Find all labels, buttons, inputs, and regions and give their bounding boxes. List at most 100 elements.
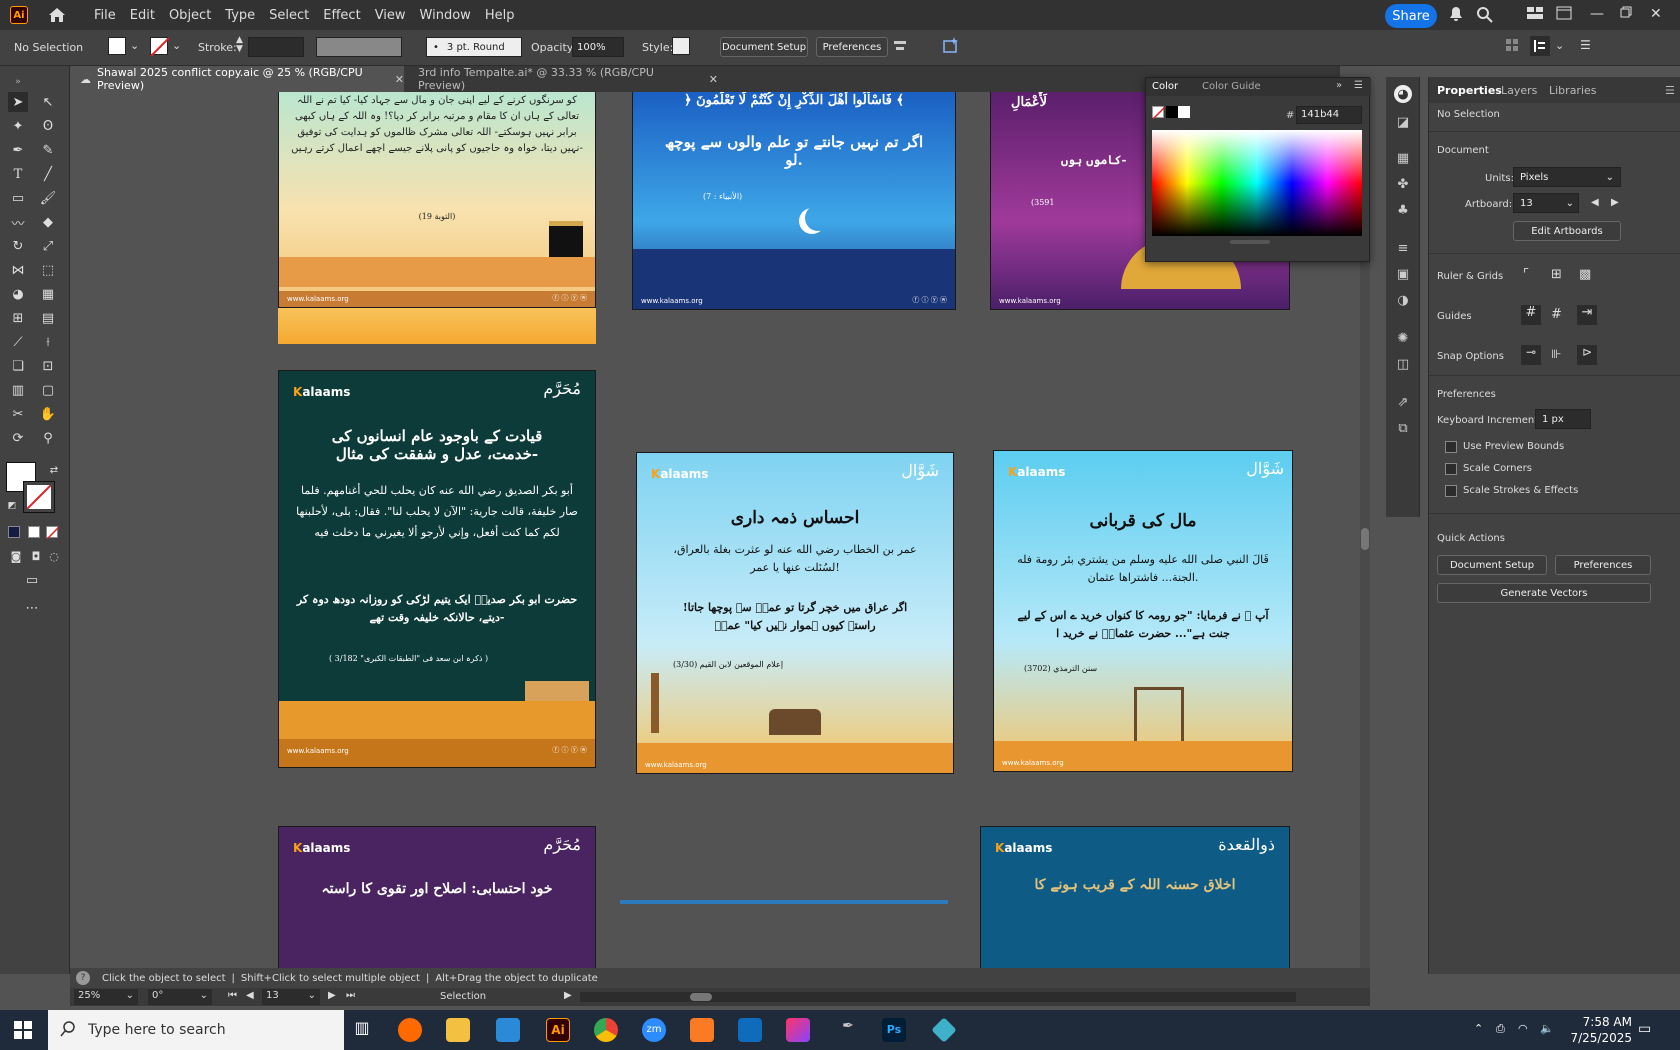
symbol-sprayer-tool-icon[interactable]: ⊡	[38, 356, 58, 376]
tab-color-guide[interactable]: Color Guide	[1202, 81, 1261, 92]
free-transform-tool-icon[interactable]: ⬚	[38, 260, 58, 280]
artboard-shawwal-umar[interactable]: Kalaams شَوَّال احساس ذمہ داری عمر بن ال…	[636, 452, 954, 774]
draw-normal-icon[interactable]: ◙	[6, 546, 26, 566]
wifi-icon[interactable]: ◠	[1518, 1022, 1528, 1035]
hex-input[interactable]: 141b44	[1296, 106, 1362, 124]
tab-color[interactable]: Color	[1152, 81, 1178, 92]
use-preview-bounds-checkbox[interactable]	[1445, 441, 1457, 453]
chevron-down-icon[interactable]: ⌄	[130, 39, 139, 52]
black-swatch[interactable]	[1166, 106, 1178, 118]
notification-icon[interactable]: ▭	[1638, 1021, 1651, 1037]
first-artboard-icon[interactable]: ⏮	[228, 990, 237, 1001]
mesh-tool-icon[interactable]: ⊞	[8, 308, 28, 328]
firefox-icon[interactable]	[398, 1018, 422, 1042]
color-mode-icon[interactable]	[8, 526, 20, 538]
rotate-view-tool-icon[interactable]: ⟳	[8, 428, 28, 448]
creative-cloud-icon[interactable]	[786, 1018, 810, 1042]
gradient-icon[interactable]: ▣	[1394, 265, 1412, 283]
preferences-button[interactable]: Preferences	[816, 37, 888, 57]
scale-strokes-checkbox[interactable]	[1445, 485, 1457, 497]
scale-tool-icon[interactable]: ⤢	[38, 236, 58, 256]
scrollbar-thumb[interactable]	[1361, 528, 1369, 550]
color-panel-icon[interactable]: ◕	[1394, 85, 1412, 103]
quick-preferences-button[interactable]: Preferences	[1555, 555, 1651, 575]
chrome-icon[interactable]	[594, 1018, 618, 1042]
color-spectrum[interactable]	[1152, 130, 1362, 236]
edit-artboards-button[interactable]: Edit Artboards	[1513, 221, 1621, 241]
draw-behind-icon[interactable]: ◘	[26, 546, 46, 566]
graphic-style-swatch[interactable]	[672, 37, 690, 55]
generate-vectors-button[interactable]: Generate Vectors	[1437, 583, 1651, 603]
artboard-nav-select[interactable]: 13 ⌄	[262, 989, 320, 1005]
artboard-dhulqadah[interactable]: Kalaams ذوالقعدة اخلاق حسنہ اللہ کے قریب…	[980, 826, 1290, 968]
panel-menu-icon[interactable]: ☰	[1580, 38, 1591, 52]
next-artboard-icon[interactable]: ▶	[328, 990, 336, 1001]
artboard-select[interactable]: 13 ⌄	[1513, 193, 1579, 213]
tab-shawal[interactable]: ☁ Shawal 2025 conflict copy.aic @ 25 % (…	[70, 66, 404, 92]
collapse-toolbar-icon[interactable]: »	[8, 72, 28, 92]
export-icon[interactable]: ⇗	[1394, 393, 1412, 411]
menu-object[interactable]: Object	[169, 8, 211, 23]
gradient-mode-icon[interactable]	[28, 526, 40, 538]
menu-help[interactable]: Help	[485, 8, 515, 23]
magic-wand-tool-icon[interactable]: ✦	[8, 116, 28, 136]
close-tab-icon[interactable]: ✕	[395, 73, 404, 86]
pen-tool-icon[interactable]: ✒	[8, 140, 28, 160]
windows-start-icon[interactable]	[14, 1021, 32, 1039]
chevron-up-icon[interactable]: ⌃	[1474, 1022, 1483, 1035]
fill-swatch[interactable]	[108, 37, 126, 55]
horizontal-scrollbar[interactable]	[580, 992, 1296, 1002]
task-view-icon[interactable]: ▥	[350, 1018, 374, 1042]
show-guides-icon[interactable]: #	[1521, 305, 1541, 325]
align-icon[interactable]	[892, 38, 910, 56]
rotate-select[interactable]: 0° ⌄	[148, 989, 212, 1005]
variable-width-profile[interactable]	[316, 37, 402, 57]
tab-3rd-info[interactable]: 3rd info Tempalte.ai* @ 33.33 % (RGB/CPU…	[408, 66, 718, 92]
white-swatch[interactable]	[1178, 106, 1190, 118]
menu-select[interactable]: Select	[269, 8, 309, 23]
blend-tool-icon[interactable]: ❏	[8, 356, 28, 376]
paragraph-icon[interactable]	[1530, 36, 1550, 56]
more-tools-icon[interactable]: ⋯	[22, 598, 42, 618]
scrollbar-thumb[interactable]	[690, 993, 712, 1001]
width-tool-icon[interactable]: ⋈	[8, 260, 28, 280]
menu-file[interactable]: File	[94, 8, 116, 23]
quick-document-setup-button[interactable]: Document Setup	[1437, 555, 1547, 575]
brush-definition[interactable]: • 3 pt. Round	[426, 37, 522, 57]
eraser-tool-icon[interactable]: ◆	[38, 212, 58, 232]
workspace-icon[interactable]	[1556, 6, 1574, 24]
network-icon[interactable]: ⎙	[1496, 1022, 1505, 1036]
graph-tool-icon[interactable]: ▥	[8, 380, 28, 400]
paintbrush-tool-icon[interactable]: 🖌	[38, 188, 58, 208]
status-menu-icon[interactable]: ▶	[564, 990, 572, 1001]
tab-layers[interactable]: Layers	[1501, 77, 1537, 103]
app-icon[interactable]	[931, 1017, 957, 1043]
transparency-icon[interactable]: ◑	[1394, 291, 1412, 309]
measure-tool-icon[interactable]: ⟊	[38, 332, 58, 352]
rulers-icon[interactable]: ⌜	[1523, 267, 1529, 282]
color-guide-icon[interactable]: ◪	[1394, 113, 1412, 131]
artboard-anbiya[interactable]: ﴿ فَاسْأَلُوا أَهْلَ الذِّكْرِ إِنْ كُنْ…	[632, 92, 956, 310]
opacity-input[interactable]: 100%	[572, 37, 624, 57]
artboard-taubah[interactable]: کو سرنگوں کرنے کے لیے اپنی جان و مال سے …	[278, 92, 596, 308]
shaper-tool-icon[interactable]: 〰	[8, 212, 28, 232]
none-swatch[interactable]	[1152, 106, 1166, 120]
panel-menu-icon[interactable]: ☰	[1354, 80, 1363, 91]
direct-selection-tool-icon[interactable]: ↖	[38, 92, 58, 112]
restore-icon[interactable]	[1620, 6, 1638, 24]
snap-point-icon[interactable]: ⊸	[1521, 345, 1541, 365]
units-select[interactable]: Pixels ⌄	[1513, 167, 1621, 187]
xampp-icon[interactable]	[690, 1018, 714, 1042]
minimize-icon[interactable]: —	[1590, 6, 1608, 24]
chevron-down-icon[interactable]: ⌄	[172, 39, 181, 52]
previous-artboard-icon[interactable]: ◀	[1591, 197, 1599, 208]
volume-icon[interactable]: 🔈	[1540, 1022, 1554, 1035]
swap-colors-icon[interactable]: ⇄	[44, 460, 64, 480]
previous-artboard-icon[interactable]: ◀	[246, 990, 254, 1001]
tab-properties[interactable]: Properties	[1437, 77, 1502, 103]
brushes-icon[interactable]: ✤	[1394, 175, 1412, 193]
file-explorer-icon[interactable]	[446, 1018, 470, 1042]
artboard-tool-icon[interactable]: ▢	[38, 380, 58, 400]
outlook-icon[interactable]	[738, 1018, 762, 1042]
line-tool-icon[interactable]: ╱	[38, 164, 58, 184]
